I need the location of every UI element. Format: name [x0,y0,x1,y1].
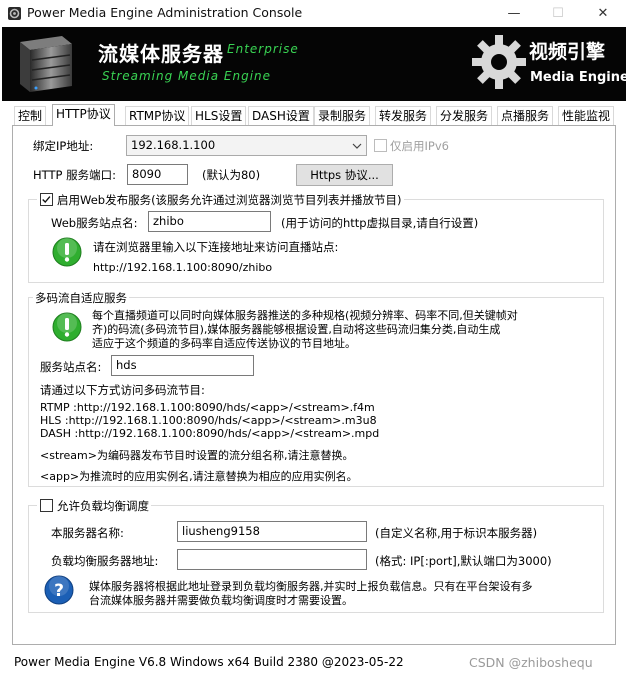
tab-rtmp[interactable]: RTMP协议 [125,106,190,126]
gear-icon [472,35,526,89]
load-balance-checkbox[interactable] [40,499,53,512]
tab-hls[interactable]: HLS设置 [191,106,247,126]
tab-forward[interactable]: 转发服务 [375,106,432,126]
info-icon [52,237,82,267]
load-balance-label: 允许负载均衡调度 [57,499,149,513]
help-icon: ? [44,575,74,605]
web-publish-label: 启用Web发布服务(该服务允许通过浏览器浏览节目列表并播放节目) [57,193,402,207]
web-url: http://192.168.1.100:8090/zhibo [93,261,273,274]
banner-right-en: Media Engine [530,70,626,85]
adaptive-note-app: <app>为推流时的应用实例名,请注意替换为相应的应用实例名。 [40,470,358,483]
adaptive-url-dash: DASH :http://192.168.1.100:8090/hds/<app… [40,427,380,440]
banner-right-cn: 视频引擎 [529,41,606,63]
lb-address-hint: (格式: IP[:port],默认端口为3000) [375,554,552,568]
tab-strip: 控制 HTTP协议 RTMP协议 HLS设置 DASH设置 录制服务 转发服务 … [12,104,615,126]
ipv6-only-checkbox[interactable] [374,139,387,152]
web-info-text: 请在浏览器里输入以下连接地址来访问直播站点: [93,240,339,254]
app-icon [8,7,21,20]
ipv6-only-label: 仅启用IPv6 [390,139,449,153]
web-site-name-input[interactable]: zhibo [148,211,271,232]
bind-ip-select[interactable]: 192.168.1.100 [126,135,367,156]
port-input[interactable]: 8090 [127,164,188,185]
server-icon [20,36,72,92]
banner-edition: Enterprise [227,42,299,56]
adaptive-url-rtmp: RTMP :http://192.168.1.100:8090/hds/<app… [40,401,375,414]
close-button[interactable]: ✕ [580,0,626,27]
server-name-hint: (自定义名称,用于标识本服务器) [375,526,538,540]
tab-http[interactable]: HTTP协议 [52,104,115,126]
web-site-name-label: Web服务站点名: [51,216,138,230]
load-balance-title: 允许负载均衡调度 [37,498,151,514]
chevron-down-icon [352,143,362,149]
minimize-button[interactable]: — [491,0,537,27]
server-name-label: 本服务器名称: [51,526,124,540]
window-title: Power Media Engine Administration Consol… [27,5,303,20]
banner-en-subtitle: Streaming Media Engine [102,69,272,83]
web-site-name-hint: (用于访问的http虚拟目录,请自行设置) [281,216,479,230]
bind-ip-value: 192.168.1.100 [131,138,216,152]
server-name-input[interactable]: liusheng9158 [177,521,367,542]
lb-info-line-2: 台流媒体服务器并需要做负载均衡调度时才需要设置。 [89,594,353,607]
version-footer: Power Media Engine V6.8 Windows x64 Buil… [14,655,404,669]
adaptive-group-title: 多码流自适应服务 [33,290,129,306]
tab-vod[interactable]: 点播服务 [497,106,554,126]
port-label: HTTP 服务端口: [33,168,116,182]
adaptive-site-name-input[interactable]: hds [111,355,254,376]
csdn-watermark: CSDN @zhiboshequ [469,655,593,670]
adaptive-info-line-3: 适应于这个频道的多码率自适应传送协议的节目地址。 [92,337,356,350]
adaptive-note-stream: <stream>为编码器发布节目时设置的流分组名称,请注意替换。 [40,449,354,462]
maximize-button[interactable]: ☐ [535,0,581,27]
adaptive-url-hls: HLS :http://192.168.1.100:8090/hds/<app>… [40,414,377,427]
tab-performance[interactable]: 性能监视 [558,106,615,126]
tab-dash[interactable]: DASH设置 [248,106,314,126]
title-bar: Power Media Engine Administration Consol… [0,0,628,27]
https-button[interactable]: Https 协议... [296,164,393,186]
checkmark-icon [42,196,51,204]
web-publish-title: 启用Web发布服务(该服务允许通过浏览器浏览节目列表并播放节目) [37,192,404,208]
adaptive-site-name-label: 服务站点名: [40,360,102,374]
web-publish-checkbox[interactable] [40,193,53,206]
lb-address-input[interactable] [177,549,367,570]
tab-record[interactable]: 录制服务 [314,106,371,126]
banner-cn-title: 流媒体服务器 [98,42,224,66]
lb-address-label: 负载均衡服务器地址: [51,554,159,568]
adaptive-access-intro: 请通过以下方式访问多码流节目: [40,383,205,397]
info-icon [52,312,82,342]
tab-control[interactable]: 控制 [14,106,47,126]
svg-text:?: ? [54,581,64,601]
header-banner: 流媒体服务器 Enterprise Streaming Media Engine… [2,27,626,101]
tab-distribute[interactable]: 分发服务 [436,106,493,126]
port-default-hint: (默认为80) [202,168,261,182]
bind-ip-label: 绑定IP地址: [33,139,94,153]
